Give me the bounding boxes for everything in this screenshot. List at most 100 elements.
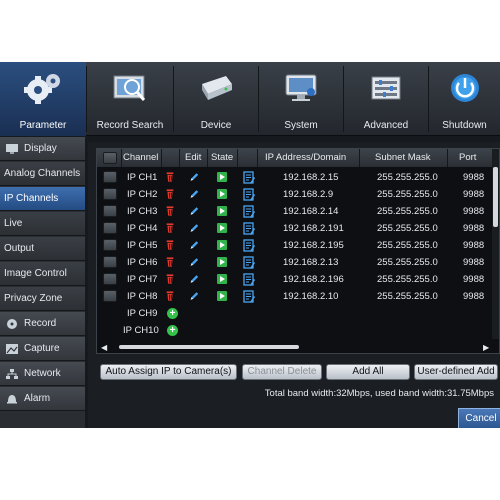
channel-name: IP CH1 <box>127 172 158 183</box>
play-icon[interactable] <box>217 257 227 267</box>
table-row[interactable]: IP CH6 192.168.2.13 255.255.255.0 9988 <box>97 254 499 271</box>
config-document-icon[interactable] <box>243 273 255 286</box>
play-icon[interactable] <box>217 172 227 182</box>
config-document-icon[interactable] <box>243 256 255 269</box>
sidebar-item-alarm[interactable]: Alarm <box>0 387 85 411</box>
sidebar-item-label: Record <box>24 318 57 329</box>
toolbar-shutdown[interactable]: Shutdown <box>429 62 500 136</box>
ip-address: 192.168.2.13 <box>283 257 339 268</box>
row-checkbox[interactable] <box>103 239 117 251</box>
channel-name: IP CH2 <box>127 189 158 200</box>
config-document-icon[interactable] <box>243 239 255 252</box>
play-icon[interactable] <box>217 240 227 250</box>
add-all-button[interactable]: Add All <box>326 364 410 380</box>
header-port: Port <box>459 152 477 163</box>
auto-assign-ip-button[interactable]: Auto Assign IP to Camera(s) <box>100 364 237 380</box>
pencil-icon[interactable] <box>189 205 199 217</box>
pencil-icon[interactable] <box>189 171 199 183</box>
play-icon[interactable] <box>217 223 227 233</box>
config-document-icon[interactable] <box>243 290 255 303</box>
config-document-icon[interactable] <box>243 188 255 201</box>
table-row[interactable]: IP CH10 + <box>97 322 499 339</box>
row-checkbox[interactable] <box>103 205 117 217</box>
pencil-icon[interactable] <box>189 290 199 302</box>
cancel-button[interactable]: Cancel <box>458 408 500 428</box>
config-document-icon[interactable] <box>243 222 255 235</box>
row-checkbox[interactable] <box>103 273 117 285</box>
vertical-scroll-thumb[interactable] <box>493 167 498 227</box>
sidebar-item-label: Network <box>24 368 61 379</box>
toolbar-device[interactable]: Device <box>174 62 258 136</box>
play-icon[interactable] <box>217 189 227 199</box>
delete-icon[interactable] <box>165 188 175 200</box>
toolbar-record-search[interactable]: Record Search <box>87 62 173 136</box>
channel-delete-button[interactable]: Channel Delete <box>242 364 322 380</box>
toolbar-shutdown-label: Shutdown <box>442 120 487 131</box>
vertical-scrollbar[interactable] <box>492 149 499 339</box>
sidebar-item-ip-channels[interactable]: IP Channels <box>0 187 85 211</box>
subnet-mask: 255.255.255.0 <box>377 274 438 285</box>
column-divider <box>161 149 162 167</box>
table-row[interactable]: IP CH7 192.168.2.196 255.255.255.0 9988 <box>97 271 499 288</box>
row-checkbox[interactable] <box>103 256 117 268</box>
delete-icon[interactable] <box>165 290 175 302</box>
sidebar-item-output[interactable]: Output <box>0 237 85 261</box>
header-channel: Channel <box>123 152 159 163</box>
sidebar-item-image-control[interactable]: Image Control <box>0 262 85 286</box>
delete-icon[interactable] <box>165 222 175 234</box>
pencil-icon[interactable] <box>189 256 199 268</box>
add-channel-icon[interactable]: + <box>167 308 178 319</box>
capture-icon <box>6 344 18 354</box>
delete-icon[interactable] <box>165 239 175 251</box>
play-icon[interactable] <box>217 206 227 216</box>
gears-icon <box>24 74 60 104</box>
ip-address: 192.168.2.14 <box>283 206 339 217</box>
user-defined-add-button[interactable]: User-defined Add <box>414 364 498 380</box>
horizontal-scrollbar[interactable]: ◀ ▶ <box>97 341 494 353</box>
toolbar-record-search-label: Record Search <box>96 120 164 131</box>
table-row[interactable]: IP CH2 192.168.2.9 255.255.255.0 9988 <box>97 186 499 203</box>
table-row[interactable]: IP CH3 192.168.2.14 255.255.255.0 9988 <box>97 203 499 220</box>
table-row[interactable]: IP CH8 192.168.2.10 255.255.255.0 9988 <box>97 288 499 305</box>
sidebar-item-network[interactable]: Network <box>0 362 85 386</box>
delete-icon[interactable] <box>165 205 175 217</box>
play-icon[interactable] <box>217 291 227 301</box>
config-document-icon[interactable] <box>243 171 255 184</box>
play-icon[interactable] <box>217 274 227 284</box>
toolbar-advanced[interactable]: Advanced <box>344 62 428 136</box>
scroll-right-arrow-icon[interactable]: ▶ <box>483 343 489 352</box>
sidebar-item-capture[interactable]: Capture <box>0 337 85 361</box>
sidebar: Display Analog Channels IP Channels Live… <box>0 137 85 428</box>
film-reel-icon <box>7 319 17 329</box>
scroll-left-arrow-icon[interactable]: ◀ <box>101 343 107 352</box>
row-checkbox[interactable] <box>103 290 117 302</box>
select-all-checkbox[interactable] <box>103 152 117 164</box>
sidebar-item-display[interactable]: Display <box>0 137 85 161</box>
row-checkbox[interactable] <box>103 188 117 200</box>
horizontal-scroll-thumb[interactable] <box>119 345 299 349</box>
channel-name: IP CH10 <box>123 325 159 336</box>
sidebar-item-live[interactable]: Live <box>0 212 85 236</box>
table-row[interactable]: IP CH1 192.168.2.15 255.255.255.0 9988 <box>97 169 499 186</box>
delete-icon[interactable] <box>165 171 175 183</box>
delete-icon[interactable] <box>165 273 175 285</box>
table-row[interactable]: IP CH5 192.168.2.195 255.255.255.0 9988 <box>97 237 499 254</box>
toolbar-parameter[interactable]: Parameter <box>0 62 86 136</box>
sidebar-item-analog-channels[interactable]: Analog Channels <box>0 162 85 186</box>
table-row[interactable]: IP CH4 192.168.2.191 255.255.255.0 9988 <box>97 220 499 237</box>
sidebar-item-privacy-zone[interactable]: Privacy Zone <box>0 287 85 311</box>
add-channel-icon[interactable]: + <box>167 325 178 336</box>
alarm-bell-icon <box>7 395 17 404</box>
pencil-icon[interactable] <box>189 222 199 234</box>
pencil-icon[interactable] <box>189 188 199 200</box>
pencil-icon[interactable] <box>189 273 199 285</box>
config-document-icon[interactable] <box>243 205 255 218</box>
toolbar-system[interactable]: System <box>259 62 343 136</box>
column-divider <box>179 149 180 167</box>
row-checkbox[interactable] <box>103 222 117 234</box>
sidebar-item-record[interactable]: Record <box>0 312 85 336</box>
delete-icon[interactable] <box>165 256 175 268</box>
row-checkbox[interactable] <box>103 171 117 183</box>
table-row[interactable]: IP CH9 + <box>97 305 499 322</box>
pencil-icon[interactable] <box>189 239 199 251</box>
